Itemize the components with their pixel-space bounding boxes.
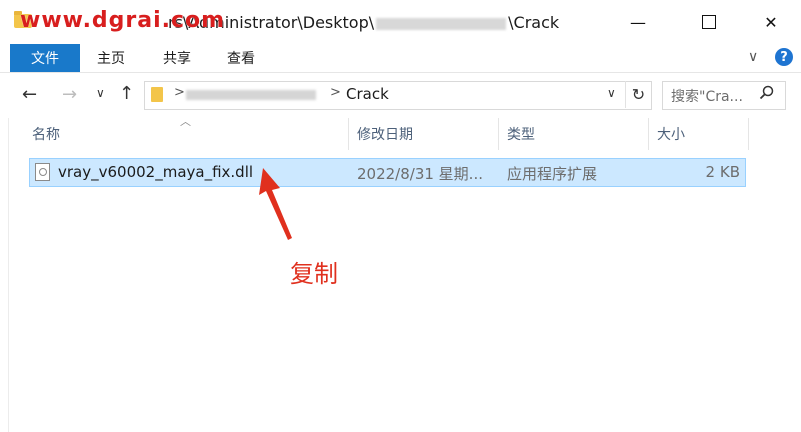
column-divider[interactable] [648,118,649,150]
breadcrumb-separator[interactable]: > [174,85,185,100]
maximize-icon [702,15,716,29]
close-icon: ✕ [764,12,778,32]
column-header-name[interactable]: 名称 [32,118,60,150]
tab-view[interactable]: 查看 [227,44,255,72]
column-divider[interactable] [348,118,349,150]
file-type: 应用程序扩展 [507,165,598,183]
refresh-icon: ↻ [631,85,646,104]
annotation-label: 复制 [290,260,338,288]
breadcrumb-separator[interactable]: > [330,85,341,100]
file-name[interactable]: vray_v60002_maya_fix.dll [58,163,253,181]
search-icon[interactable] [759,85,775,105]
refresh-button[interactable]: ↻ [625,81,651,108]
dll-file-icon [35,163,50,181]
column-header-date[interactable]: 修改日期 [357,118,413,150]
pane-border [8,118,9,432]
minimize-button[interactable]: — [615,0,661,44]
column-divider[interactable] [498,118,499,150]
close-button[interactable]: ✕ [748,0,794,44]
folder-icon [151,87,163,102]
search-placeholder: 搜索"Cra... [671,89,743,105]
address-dropdown-icon[interactable]: ∨ [607,86,616,100]
recent-locations-icon[interactable]: ∨ [96,86,105,100]
file-size: 2 KB [705,163,740,181]
column-divider[interactable] [748,118,749,150]
back-icon[interactable]: ← [22,84,37,105]
breadcrumb-current[interactable]: Crack [346,85,389,103]
ribbon-expand-icon[interactable]: ∨ [748,49,758,65]
sort-ascending-icon: ︿ [180,115,191,128]
file-date: 2022/8/31 星期... [357,165,483,183]
breadcrumb-redacted [186,90,316,100]
maximize-button[interactable] [686,0,732,44]
watermark: www.dgrai.com [20,8,226,33]
column-header-type[interactable]: 类型 [507,118,535,150]
up-icon[interactable]: ↑ [119,83,134,104]
tab-home[interactable]: 主页 [97,44,125,72]
help-icon[interactable]: ? [775,48,793,66]
forward-icon[interactable]: → [62,84,77,105]
column-header-size[interactable]: 大小 [657,118,685,150]
annotation-arrow-icon [259,168,292,240]
tab-share[interactable]: 共享 [163,44,191,72]
tab-file[interactable]: 文件 [10,44,80,72]
minimize-icon: — [630,12,646,32]
